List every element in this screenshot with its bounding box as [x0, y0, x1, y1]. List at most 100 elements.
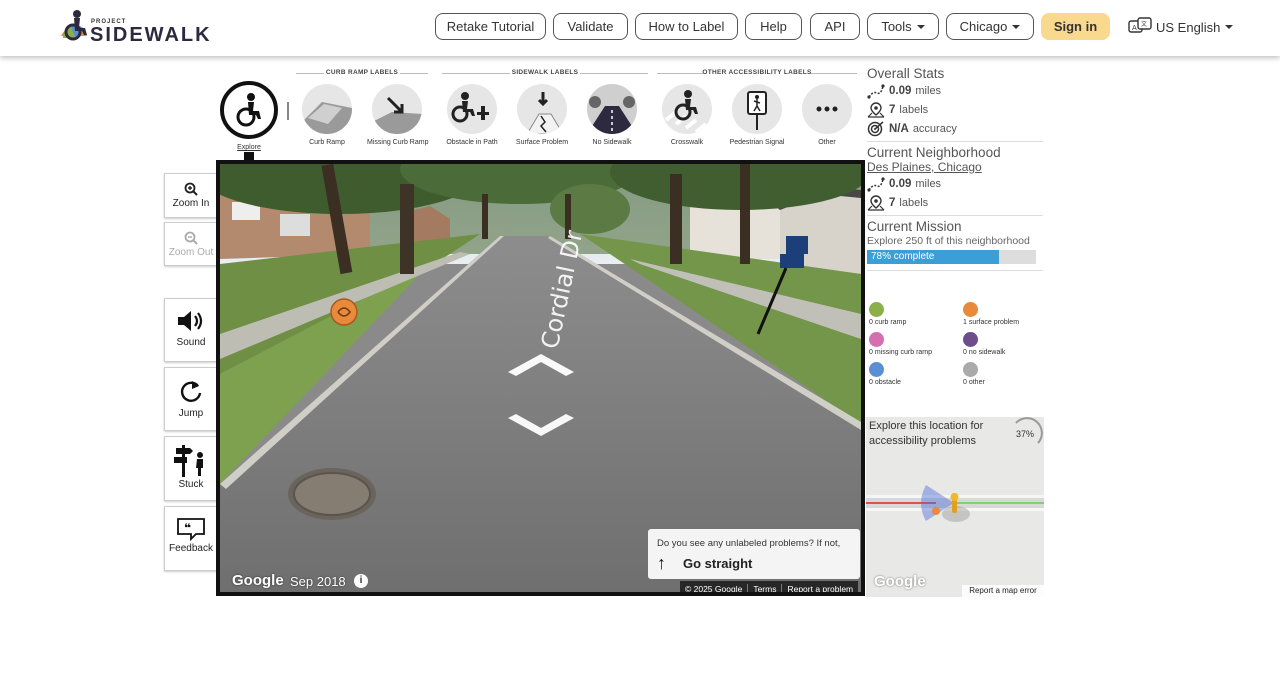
- tool-explore[interactable]: Explore: [219, 81, 279, 151]
- tool-pedestrian-signal[interactable]: Pedestrian Signal: [727, 84, 787, 146]
- obstacle-dot-icon: [869, 362, 884, 377]
- tool-other[interactable]: Other: [797, 84, 857, 146]
- chevron-down-icon: [916, 24, 925, 29]
- street-view-panorama[interactable]: Cordial Dr Google Sep 2018 i Do you see …: [216, 160, 865, 596]
- feedback-button[interactable]: ❝ Feedback: [164, 506, 217, 571]
- mission-description: Explore 250 ft of this neighborhood: [867, 235, 1030, 247]
- zoom-in-icon: [184, 182, 198, 196]
- neighborhood-link[interactable]: Des Plaines, Chicago: [867, 160, 1043, 174]
- tool-curb-ramp[interactable]: Curb Ramp: [297, 84, 357, 146]
- project-sidewalk-logo[interactable]: PROJECT SIDEWALK: [57, 8, 210, 46]
- logo-name-text: SIDEWALK: [90, 24, 212, 46]
- neighborhood-labels-row: 7 labels: [867, 193, 1043, 212]
- chevron-down-icon: [1225, 25, 1234, 29]
- curb-ramp-dot-icon: [869, 302, 884, 317]
- go-straight-hint[interactable]: Do you see any unlabeled problems? If no…: [648, 529, 860, 579]
- overall-stats-title: Overall Stats: [867, 66, 945, 81]
- svg-text:文: 文: [1141, 20, 1147, 28]
- legend-item-no-sidewalk: 0 no sidewalk: [963, 332, 1005, 356]
- city-dropdown[interactable]: Chicago: [946, 13, 1034, 40]
- tools-dropdown[interactable]: Tools: [867, 13, 939, 40]
- svg-text:❝: ❝: [184, 521, 191, 535]
- sign-in-button[interactable]: Sign in: [1041, 13, 1110, 40]
- tool-missing-curb-ramp[interactable]: Missing Curb Ramp: [367, 84, 428, 146]
- tool-label: Other: [818, 139, 836, 146]
- heading-rule: [400, 73, 428, 74]
- missing-curb-ramp-icon: [372, 84, 422, 134]
- legend-text: 0 missing curb ramp: [869, 349, 933, 356]
- miles-unit: miles: [915, 177, 942, 190]
- minimap[interactable]: Explore this location for accessibility …: [866, 417, 1044, 597]
- info-icon[interactable]: i: [354, 574, 368, 588]
- tool-label: No Sidewalk: [592, 139, 632, 146]
- mission-title: Current Mission: [867, 219, 962, 234]
- wheelchair-explore-icon: [220, 81, 278, 139]
- overall-labels-value: 7: [889, 103, 896, 116]
- pedestrian-signal-icon: [732, 84, 782, 134]
- more-dots-icon: [802, 84, 852, 134]
- minimap-instruction: Explore this location for accessibility …: [869, 420, 984, 447]
- stuck-button[interactable]: Stuck: [164, 436, 217, 501]
- language-label: US English: [1156, 19, 1221, 35]
- imagery-date: Sep 2018: [290, 574, 346, 589]
- crosswalk-icon: [662, 84, 712, 134]
- heading-rule: [442, 73, 510, 74]
- speech-bubble-icon: ❝: [177, 518, 205, 541]
- no-sidewalk-icon: [587, 84, 637, 134]
- target-icon: [867, 120, 884, 136]
- stats-panel: Overall Stats 0.09 miles 7 labels N/A accur…: [867, 66, 1043, 274]
- label-count-legend: 0 curb ramp 1 surface problem 0 missing …: [867, 300, 1043, 400]
- attribution-bar: © 2025 Google Terms Report a problem: [680, 581, 859, 593]
- help-button[interactable]: Help: [745, 13, 802, 40]
- svg-text:A: A: [1132, 24, 1137, 32]
- zoom-out-label: Zoom Out: [168, 247, 214, 258]
- toolbar-separator: [287, 102, 289, 120]
- jump-button[interactable]: Jump: [164, 367, 217, 431]
- section-heading-other: OTHER ACCESSIBILITY LABELS: [657, 69, 857, 76]
- terms-link[interactable]: Terms: [748, 583, 783, 592]
- labels-unit: labels: [899, 103, 929, 116]
- surface-problem-dot-icon: [963, 302, 978, 317]
- how-to-label-button[interactable]: How to Label: [635, 13, 738, 40]
- top-navbar: PROJECT SIDEWALK Retake Tutorial Validat…: [0, 0, 1280, 56]
- section-heading-text: SIDEWALK LABELS: [511, 69, 579, 76]
- curb-ramp-icon: [302, 84, 352, 134]
- retake-tutorial-button[interactable]: Retake Tutorial: [435, 13, 546, 40]
- zoom-in-button[interactable]: Zoom In: [164, 173, 217, 218]
- tool-no-sidewalk[interactable]: No Sidewalk: [582, 84, 642, 146]
- tool-obstacle[interactable]: Obstacle in Path: [442, 84, 502, 146]
- tools-dropdown-label: Tools: [881, 19, 912, 34]
- feedback-label: Feedback: [169, 543, 213, 554]
- google-logo: Google: [232, 572, 284, 589]
- divider: [867, 270, 1043, 271]
- mission-progress-bar: 78% complete: [867, 250, 1036, 264]
- logo-mark-icon: [61, 10, 87, 41]
- accuracy-value: N/A: [889, 122, 909, 135]
- chevron-down-icon: [1012, 24, 1021, 29]
- translate-icon: A 文: [1128, 17, 1152, 33]
- accuracy-row: N/A accuracy: [867, 119, 1043, 138]
- map-pin-icon: [867, 101, 885, 118]
- language-dropdown[interactable]: A 文 US English: [1128, 17, 1234, 37]
- sound-button[interactable]: Sound: [164, 298, 217, 362]
- section-heading-text: CURB RAMP LABELS: [325, 69, 399, 76]
- report-problem-link[interactable]: Report a problem: [782, 584, 858, 593]
- tool-surface-problem[interactable]: Surface Problem: [512, 84, 572, 146]
- section-heading-sidewalk: SIDEWALK LABELS: [442, 69, 648, 76]
- hint-question: Do you see any unlabeled problems? If no…: [657, 538, 841, 549]
- hint-action: Go straight: [683, 556, 753, 571]
- route-icon: [867, 176, 885, 192]
- divider: [867, 215, 1043, 216]
- no-sidewalk-dot-icon: [963, 332, 978, 347]
- neighborhood-distance-row: 0.09 miles: [867, 174, 1043, 193]
- zoom-out-button[interactable]: Zoom Out: [164, 222, 217, 266]
- validate-button[interactable]: Validate: [553, 13, 628, 40]
- city-dropdown-label: Chicago: [959, 19, 1008, 34]
- api-button[interactable]: API: [810, 13, 860, 40]
- report-map-error-link[interactable]: Report a map error: [962, 585, 1044, 597]
- divider: [867, 141, 1043, 142]
- map-pin-icon: [867, 194, 885, 211]
- tool-label: Surface Problem: [515, 139, 569, 146]
- overall-miles-value: 0.09: [889, 84, 912, 97]
- tool-crosswalk[interactable]: Crosswalk: [657, 84, 717, 146]
